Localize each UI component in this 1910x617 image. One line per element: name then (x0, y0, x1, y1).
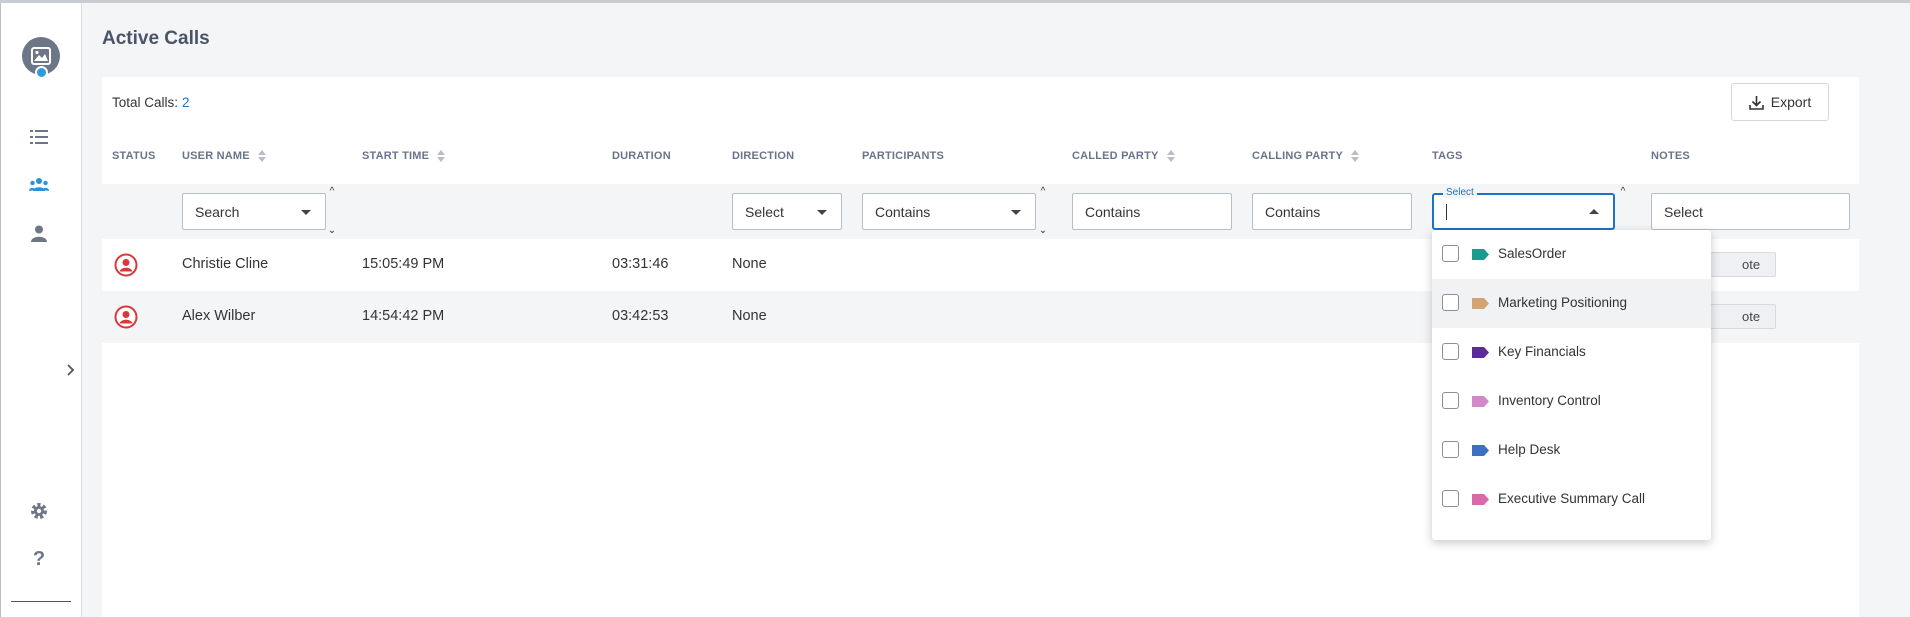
scroll-up-icon[interactable]: ^ (326, 187, 338, 197)
tag-option[interactable]: Inventory Control (1432, 377, 1711, 426)
tag-option-label: Key Financials (1498, 344, 1586, 359)
checkbox[interactable] (1442, 294, 1459, 311)
tag-icon (1472, 347, 1489, 358)
col-calling-party[interactable]: CALLING PARTY (1252, 150, 1360, 162)
tags-filter-input[interactable]: Select (1432, 187, 1615, 230)
user-name-cell: Alex Wilber (182, 308, 256, 324)
col-tags: TAGS (1432, 150, 1463, 162)
checkbox[interactable] (1442, 392, 1459, 409)
page-title: Active Calls (102, 28, 210, 49)
duration-cell: 03:31:46 (612, 256, 669, 272)
user-status-icon (114, 253, 138, 277)
duration-cell: 03:42:53 (612, 308, 669, 324)
col-user-name[interactable]: USER NAME (182, 150, 266, 162)
scroll-up-icon[interactable]: ^ (1617, 187, 1629, 197)
direction-cell: None (732, 308, 767, 324)
tag-option[interactable]: SalesOrder (1432, 230, 1711, 279)
tag-option[interactable]: Marketing Positioning (1432, 279, 1711, 328)
users-icon[interactable] (25, 171, 53, 199)
sort-icon[interactable] (1166, 150, 1175, 162)
notes-filter[interactable]: Select (1651, 193, 1850, 230)
direction-cell: None (732, 256, 767, 272)
col-notes: NOTES (1651, 150, 1690, 162)
chevron-up-icon[interactable] (1589, 209, 1599, 214)
sort-icon[interactable] (1351, 150, 1360, 162)
tags-dropdown: SalesOrder Marketing Positioning Key Fin… (1432, 230, 1711, 540)
col-status: STATUS (112, 150, 156, 162)
checkbox[interactable] (1442, 441, 1459, 458)
chevron-down-icon (301, 210, 311, 215)
scroll-down-icon[interactable]: ⌄ (326, 226, 338, 236)
participants-filter[interactable]: Contains (862, 193, 1036, 230)
total-calls-label: Total Calls: (112, 95, 179, 110)
tag-option[interactable]: Key Financials (1432, 328, 1711, 377)
user-icon[interactable] (25, 219, 53, 247)
text-cursor (1446, 204, 1447, 220)
sort-icon[interactable] (257, 150, 266, 162)
user-name-cell: Christie Cline (182, 256, 269, 272)
col-start-time[interactable]: START TIME (362, 150, 446, 162)
chevron-down-icon (817, 210, 827, 215)
tag-option-label: SalesOrder (1498, 246, 1567, 261)
scroll-up-icon[interactable]: ^ (1037, 187, 1049, 197)
calling-party-filter[interactable]: Contains (1252, 193, 1412, 230)
col-participants: PARTICIPANTS (862, 150, 945, 162)
tag-option[interactable]: Executive Summary Call (1432, 475, 1711, 524)
presence-badge (35, 66, 48, 79)
help-icon[interactable]: ? (25, 545, 53, 573)
tag-option-label: Help Desk (1498, 442, 1561, 457)
sort-icon[interactable] (437, 150, 446, 162)
tag-option-label: Marketing Positioning (1498, 295, 1628, 310)
chevron-down-icon (1011, 210, 1021, 215)
download-icon (1748, 95, 1764, 110)
col-called-party[interactable]: CALLED PARTY (1072, 150, 1175, 162)
top-border (0, 0, 1910, 3)
col-duration: DURATION (612, 150, 671, 162)
tag-option[interactable]: Help Desk (1432, 426, 1711, 475)
col-direction: DIRECTION (732, 150, 795, 162)
checkbox[interactable] (1442, 490, 1459, 507)
user-status-icon (114, 305, 138, 329)
checkbox[interactable] (1442, 245, 1459, 262)
export-label: Export (1770, 94, 1812, 110)
direction-filter[interactable]: Select (732, 193, 842, 230)
tag-icon (1472, 396, 1489, 407)
list-icon[interactable] (25, 123, 53, 151)
gear-icon[interactable] (25, 497, 53, 525)
total-calls: Total Calls: 2 (112, 95, 190, 110)
image-icon (31, 47, 51, 65)
sidebar: ? (0, 3, 82, 617)
chevron-right-icon[interactable] (63, 362, 79, 378)
start-time-cell: 14:54:42 PM (362, 308, 445, 324)
called-party-filter[interactable]: Contains (1072, 193, 1232, 230)
checkbox[interactable] (1442, 343, 1459, 360)
user-name-filter[interactable]: Search (182, 193, 326, 230)
export-button[interactable]: Export (1731, 83, 1829, 121)
tag-icon (1472, 298, 1489, 309)
start-time-cell: 15:05:49 PM (362, 256, 445, 272)
tags-filter-legend: Select (1443, 187, 1477, 198)
sidebar-divider (11, 601, 71, 602)
scroll-down-icon[interactable]: ⌄ (1037, 226, 1049, 236)
tag-icon (1472, 494, 1489, 505)
total-calls-count: 2 (182, 95, 190, 110)
tag-option-label: Executive Summary Call (1498, 491, 1646, 506)
tag-icon (1472, 445, 1489, 456)
tag-icon (1472, 249, 1489, 260)
tag-option-label: Inventory Control (1498, 393, 1601, 408)
